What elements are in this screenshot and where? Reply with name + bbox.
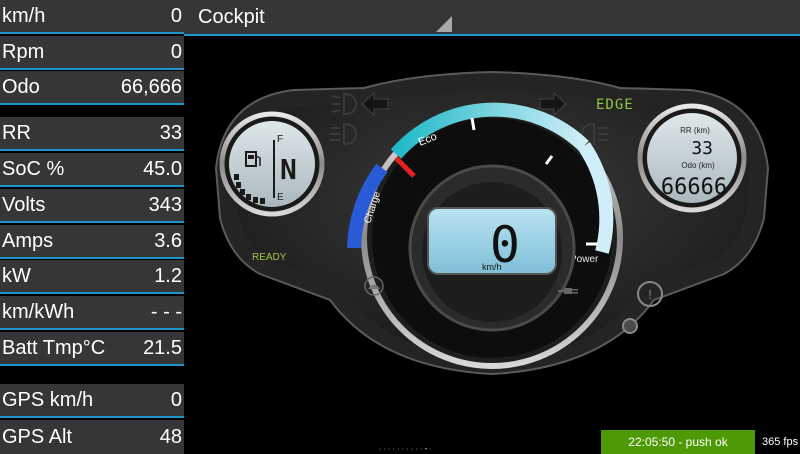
readout-label: Rpm (2, 41, 45, 63)
readout-rr: RR 33 (0, 117, 184, 151)
range-value: 33 (691, 138, 713, 159)
app-header: Cockpit (184, 0, 800, 36)
readout-gps-alt: GPS Alt 48 (0, 420, 184, 454)
eco-tick (470, 117, 476, 131)
readout-kw: kW 1.2 (0, 260, 184, 294)
svg-text:!: ! (648, 287, 652, 302)
readout-value: 343 (148, 194, 182, 216)
readout-label: kW (2, 265, 31, 287)
status-message: 22:05:50 - push ok (601, 430, 755, 454)
instrument-cluster: F E N RR (km) 33 Odo (km) 66666 EDGE Eco… (184, 38, 800, 428)
readout-amps: Amps 3.6 (0, 225, 184, 259)
readout-label: Batt Tmp°C (2, 337, 106, 359)
gear-indicator: N (280, 153, 297, 186)
readout-odo: Odo 66,666 (0, 71, 184, 105)
readout-label: Volts (2, 194, 46, 216)
odo-value: 66666 (661, 175, 727, 200)
readout-label: km/h (2, 5, 46, 27)
readout-label: RR (2, 122, 31, 144)
speed-unit: km/h (482, 262, 502, 272)
fuel-scale (273, 140, 275, 198)
ready-label: READY (252, 252, 287, 263)
readout-value: - - - (150, 301, 182, 323)
readout-label: Odo (2, 76, 40, 98)
readout-label: GPS Alt (2, 426, 73, 448)
page-title: Cockpit (198, 6, 265, 28)
readout-volts: Volts 343 (0, 189, 184, 223)
readout-label: SoC % (2, 158, 65, 180)
fuel-full-label: F (277, 134, 283, 145)
readout-label: km/kWh (2, 301, 75, 323)
readout-gps-kmh: GPS km/h 0 (0, 384, 184, 418)
readout-soc: SoC % 45.0 (0, 153, 184, 187)
fps-counter: 365 fps (762, 436, 799, 448)
trip-reset-knob (622, 318, 638, 334)
readout-kmh: km/h 0 (0, 0, 184, 34)
readout-kmkwh: km/kWh - - - (0, 296, 184, 330)
readout-value: 45.0 (143, 158, 182, 180)
readout-batt-temp: Batt Tmp°C 21.5 (0, 332, 184, 366)
readout-value: 3.6 (154, 230, 182, 252)
readout-label: GPS km/h (2, 389, 94, 411)
readout-label: Amps (2, 230, 54, 252)
page-dropdown-indicator[interactable] (436, 16, 452, 32)
readout-value: 33 (159, 122, 182, 144)
readout-value: 21.5 (143, 337, 182, 359)
page-indicator[interactable]: ··········•· (378, 446, 433, 453)
fuel-empty-label: E (277, 192, 284, 203)
odo-label: Odo (km) (681, 161, 715, 170)
readout-value: 1.2 (154, 265, 182, 287)
range-label: RR (km) (680, 126, 710, 135)
readout-value: 48 (159, 426, 182, 448)
readout-value: 0 (170, 41, 182, 63)
readout-rpm: Rpm 0 (0, 36, 184, 70)
readout-value: 66,666 (120, 76, 182, 98)
edge-indicator: EDGE (596, 97, 634, 113)
cluster-graphic: F E N RR (km) 33 Odo (km) 66666 EDGE Eco… (214, 70, 770, 376)
readout-value: 0 (170, 389, 182, 411)
readout-value: 0 (170, 5, 182, 27)
readout-panel: km/h 0 Rpm 0 Odo 66,666 RR 33 SoC % 45.0… (0, 0, 184, 454)
